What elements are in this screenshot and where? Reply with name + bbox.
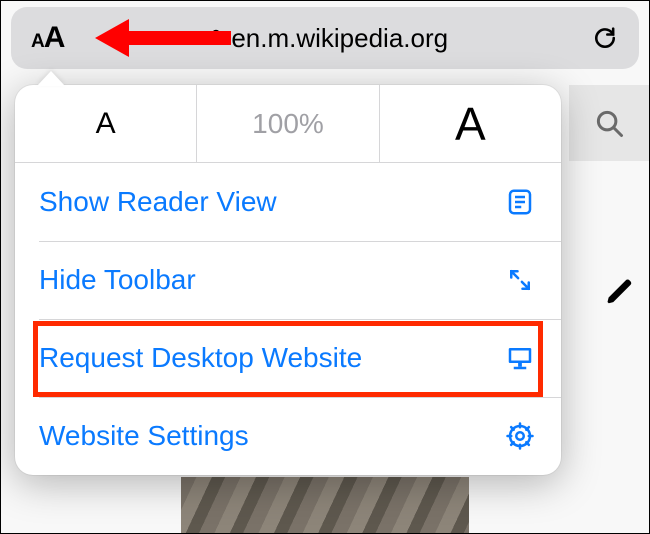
reload-button[interactable] <box>591 23 619 53</box>
aa-popover: A 100% A Show Reader View Hide Toolbar R… <box>15 85 561 475</box>
url-text: en.m.wikipedia.org <box>231 23 448 54</box>
popover-menu: Show Reader View Hide Toolbar Request De… <box>15 163 561 475</box>
popover-tail <box>37 71 65 86</box>
desktop-icon <box>503 343 537 373</box>
address-bar[interactable]: AA en.m.wikipedia.org <box>11 7 639 69</box>
menu-label: Show Reader View <box>39 186 503 218</box>
lock-icon <box>207 29 225 47</box>
increase-text-size[interactable]: A <box>380 85 561 162</box>
menu-label: Hide Toolbar <box>39 264 503 296</box>
show-reader-view[interactable]: Show Reader View <box>15 163 561 241</box>
url-display[interactable]: en.m.wikipedia.org <box>64 23 591 54</box>
small-a-glyph: A <box>31 31 44 52</box>
zoom-level[interactable]: 100% <box>196 85 379 162</box>
menu-label: Request Desktop Website <box>39 342 503 374</box>
edit-button[interactable] <box>605 277 635 307</box>
website-settings[interactable]: Website Settings <box>15 397 561 475</box>
request-desktop-website[interactable]: Request Desktop Website <box>15 319 561 397</box>
gear-icon <box>503 421 537 451</box>
page-search-button[interactable] <box>569 85 649 161</box>
safari-viewport: AA en.m.wikipedia.org A 100% A S <box>1 1 649 533</box>
reader-icon <box>503 187 537 217</box>
hide-toolbar[interactable]: Hide Toolbar <box>15 241 561 319</box>
decrease-text-size[interactable]: A <box>15 85 196 162</box>
menu-label: Website Settings <box>39 420 503 452</box>
text-size-row: A 100% A <box>15 85 561 163</box>
large-a-glyph: A <box>44 21 65 54</box>
expand-icon <box>503 265 537 295</box>
text-size-button[interactable]: AA <box>31 21 64 55</box>
page-content-image <box>181 477 469 533</box>
